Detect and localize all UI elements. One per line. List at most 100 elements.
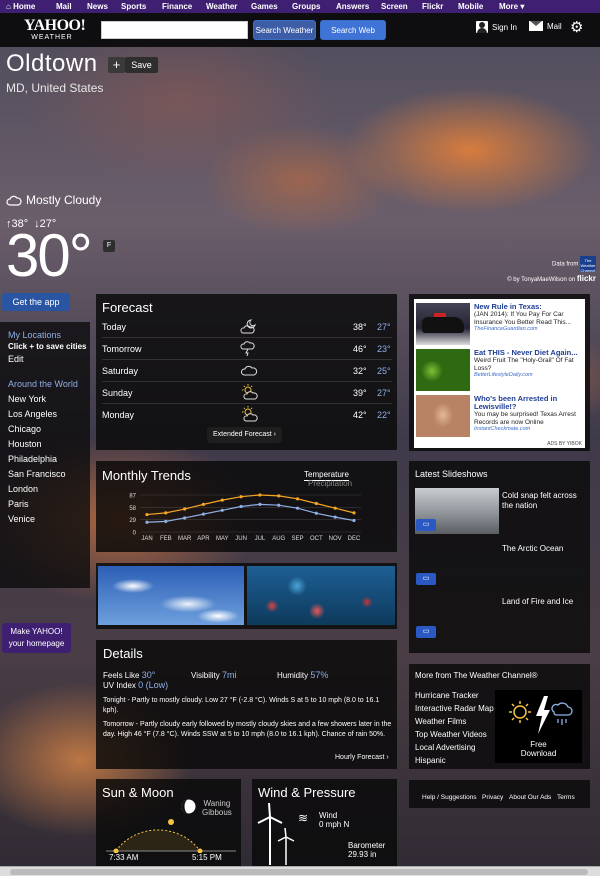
ad-item[interactable]: Eat THIS - Never Diet Again... Weird Frui… — [416, 349, 584, 391]
ad-text: Who's been Arrested in Lewisville!? You m… — [474, 395, 584, 434]
nav-flickr[interactable]: Flickr — [422, 2, 443, 11]
sidebar-item-venice[interactable]: Venice — [8, 514, 35, 524]
nav-mail[interactable]: Mail — [56, 2, 72, 11]
humidity: Humidity 57% — [277, 670, 328, 680]
nav-weather[interactable]: Weather — [206, 2, 237, 11]
flickr-logo[interactable]: flickr — [577, 274, 596, 283]
sun-moon-panel: Sun & Moon Waning Gibbous 7:33 AM 5:15 P… — [96, 779, 241, 866]
nav-answers[interactable]: Answers — [336, 2, 369, 11]
series-line — [146, 494, 355, 516]
nav-mobile[interactable]: Mobile — [458, 2, 483, 11]
slideshow-title[interactable]: The Arctic Ocean — [502, 544, 587, 554]
x-tick-label: JUN — [235, 536, 247, 542]
sidebar-item-london[interactable]: London — [8, 484, 38, 494]
feels-like: Feels Like 30° — [103, 670, 155, 680]
sidebar-item-houston[interactable]: Houston — [8, 439, 42, 449]
sky-clouds-photo[interactable] — [98, 566, 244, 625]
weather-app-icon — [508, 696, 573, 734]
sidebar-item-philadelphia[interactable]: Philadelphia — [8, 454, 57, 464]
nav-home-label: Home — [13, 2, 36, 11]
partly-cloudy-night-icon — [240, 319, 256, 334]
nav-groups[interactable]: Groups — [292, 2, 320, 11]
weather-channel-logo[interactable]: The Weather Channel — [580, 256, 596, 273]
x-tick-label: APR — [197, 536, 210, 542]
mail-link[interactable]: Mail — [529, 21, 562, 31]
y-tick-label: 29 — [129, 518, 136, 524]
forecast-row[interactable]: Tomorrow 46° 23° — [102, 338, 392, 360]
wind-icon: ≋ — [298, 811, 309, 825]
get-app-button[interactable]: Get the app — [2, 293, 70, 311]
raindrops-photo[interactable] — [247, 566, 395, 625]
hurricane-tracker-link[interactable]: Hurricane Tracker — [415, 691, 479, 700]
sidebar-item-chicago[interactable]: Chicago — [8, 424, 41, 434]
ad-item[interactable]: Who's been Arrested in Lewisville!? You m… — [416, 395, 584, 437]
sign-in-link[interactable]: Sign In — [476, 21, 517, 33]
my-locations-heading[interactable]: My Locations — [8, 330, 61, 340]
search-input[interactable] — [101, 21, 248, 39]
scrollbar-thumb[interactable] — [10, 869, 588, 875]
current-temperature: 30° — [6, 222, 93, 289]
slideshow-icon[interactable]: ▭ — [416, 519, 436, 531]
mugshot-image — [416, 395, 470, 437]
ad-item[interactable]: New Rule in Texas: (JAN 2014): If You Pay… — [416, 303, 584, 345]
sun-moon-title: Sun & Moon — [102, 785, 174, 800]
forecast-row[interactable]: Sunday 39° 27° — [102, 382, 392, 404]
forecast-row[interactable]: Monday 42° 22° — [102, 404, 392, 426]
free-download-button[interactable]: Free Download — [495, 690, 582, 763]
radar-map-link[interactable]: Interactive Radar Map — [415, 704, 494, 713]
search-weather-button[interactable]: Search Weather — [253, 20, 316, 40]
nav-more[interactable]: More ▾ — [499, 2, 524, 11]
sidebar-item-paris[interactable]: Paris — [8, 499, 29, 509]
local-advertising-link[interactable]: Local Advertising — [415, 743, 475, 752]
visibility: Visibility 7mi — [191, 670, 237, 680]
forecast-row[interactable]: Today 38° 27° — [102, 316, 392, 338]
search-web-button[interactable]: Search Web — [320, 20, 386, 40]
slideshow-icon[interactable]: ▭ — [416, 626, 436, 638]
horizontal-scrollbar[interactable] — [0, 866, 600, 876]
edit-locations-link[interactable]: Edit — [8, 354, 24, 364]
sidebar-item-san-francisco[interactable]: San Francisco — [8, 469, 66, 479]
wind-pressure-panel: Wind & Pressure ≋ Wind 0 mph N Barometer… — [252, 779, 397, 866]
terms-link[interactable]: Terms — [557, 794, 575, 801]
ad-body: (JAN 2014): If You Pay For Car Insurance… — [474, 311, 572, 326]
slideshow-title[interactable]: Cold snap felt across the nation — [502, 491, 587, 511]
slideshow-title[interactable]: Land of Fire and Ice — [502, 597, 587, 607]
data-point — [201, 502, 206, 506]
sunset-time: 5:15 PM — [192, 853, 222, 862]
hispanic-link[interactable]: Hispanic — [415, 756, 446, 765]
sidebar-item-los-angeles[interactable]: Los Angeles — [8, 409, 57, 419]
photo-credit-text[interactable]: © by TonyaMaeWilson on — [507, 277, 575, 283]
hourly-forecast-link[interactable]: Hourly Forecast › — [335, 754, 389, 761]
nav-sports[interactable]: Sports — [121, 2, 146, 11]
privacy-link[interactable]: Privacy — [482, 794, 503, 801]
ads-by-label[interactable]: ADS BY YIBOK — [547, 441, 582, 447]
x-tick-label: AUG — [272, 536, 285, 542]
about-ads-link[interactable]: About Our Ads — [509, 794, 551, 801]
x-tick-label: MAY — [216, 536, 229, 542]
gear-icon[interactable]: ⚙ — [570, 20, 583, 35]
top-nav: ⌂ Home Mail News Sports Finance Weather … — [0, 0, 600, 13]
slideshow-icon[interactable]: ▭ — [416, 573, 436, 585]
visibility-value: 7mi — [221, 670, 237, 680]
save-location-button[interactable]: Save — [125, 57, 158, 73]
nav-finance[interactable]: Finance — [162, 2, 192, 11]
make-homepage-button[interactable]: Make YAHOO! your homepage — [2, 623, 71, 653]
sidebar-item-new-york[interactable]: New York — [8, 394, 46, 404]
uv-value: 0 (Low) — [138, 680, 169, 690]
nav-home[interactable]: ⌂ Home — [6, 2, 35, 11]
unit-toggle[interactable]: F — [103, 240, 115, 252]
forecast-day: Today — [102, 322, 127, 332]
forecast-row[interactable]: Saturday 32° 25° — [102, 360, 392, 382]
add-location-button[interactable]: + — [108, 57, 125, 73]
weather-videos-link[interactable]: Top Weather Videos — [415, 730, 487, 739]
nav-news[interactable]: News — [87, 2, 108, 11]
yahoo-weather-logo[interactable]: YAHOO! WEATHER — [24, 18, 86, 42]
user-icon — [476, 21, 488, 33]
extended-forecast-button[interactable]: Extended Forecast › — [207, 427, 282, 443]
weather-films-link[interactable]: Weather Films — [415, 717, 466, 726]
nav-screen[interactable]: Screen — [381, 2, 408, 11]
envelope-icon — [529, 21, 543, 31]
forecast-high: 32° — [353, 366, 367, 376]
nav-games[interactable]: Games — [251, 2, 278, 11]
help-suggestions-link[interactable]: Help / Suggestions — [422, 794, 477, 801]
